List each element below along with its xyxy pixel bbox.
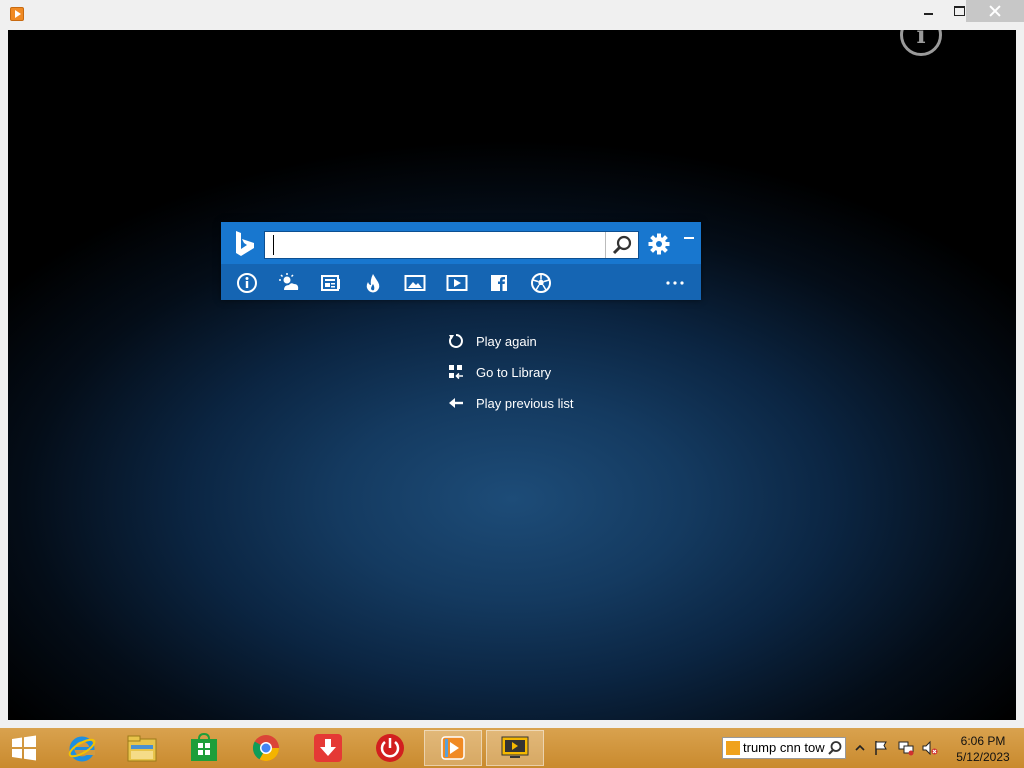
start-button[interactable] — [0, 730, 48, 766]
info-button[interactable]: i — [900, 30, 942, 56]
volume-muted-icon[interactable] — [922, 740, 938, 756]
internet-explorer-icon — [68, 736, 96, 762]
library-icon — [449, 365, 463, 380]
more-icon[interactable] — [664, 272, 686, 294]
weather-icon[interactable] — [278, 272, 300, 294]
play-previous-list-item[interactable]: Play previous list — [448, 392, 574, 414]
search-icon — [612, 235, 632, 255]
video-icon[interactable] — [446, 272, 468, 294]
bing-tv-icon — [501, 736, 529, 758]
bing-bar — [221, 222, 701, 300]
tray-search-box[interactable]: trump cnn tow — [722, 737, 846, 759]
bing-logo-icon[interactable] — [233, 230, 259, 258]
media-player-icon — [441, 736, 465, 760]
taskbar-bing-app[interactable] — [486, 730, 544, 766]
play-again-label: Play again — [476, 333, 537, 349]
play-again-item[interactable]: Play again — [448, 330, 537, 352]
network-icon[interactable] — [898, 740, 914, 756]
flame-icon[interactable] — [362, 272, 384, 294]
taskbar-download-manager[interactable] — [300, 730, 356, 766]
taskbar-media-player[interactable] — [424, 730, 482, 766]
clock[interactable]: 6:06 PM 5/12/2023 — [948, 733, 1018, 765]
clock-time: 6:06 PM — [960, 734, 1006, 748]
facebook-icon[interactable] — [488, 272, 510, 294]
taskbar-file-explorer[interactable] — [114, 730, 170, 766]
back-arrow-icon — [449, 398, 463, 408]
show-hidden-icons-icon[interactable] — [852, 740, 868, 756]
chrome-icon — [252, 735, 280, 762]
search-button[interactable] — [605, 232, 638, 258]
gear-icon[interactable] — [648, 233, 670, 255]
store-icon — [191, 733, 217, 761]
taskbar-chrome[interactable] — [238, 730, 294, 766]
folder-icon — [127, 735, 157, 762]
download-icon — [314, 734, 342, 762]
news-icon[interactable] — [320, 272, 342, 294]
bing-search-box — [264, 231, 639, 259]
close-button[interactable] — [966, 0, 1024, 22]
collapse-icon[interactable] — [684, 237, 694, 239]
taskbar-power-app[interactable] — [362, 730, 418, 766]
action-center-flag-icon[interactable] — [873, 740, 889, 756]
play-previous-list-label: Play previous list — [476, 395, 574, 411]
taskbar-store[interactable] — [176, 730, 232, 766]
bing-category-bar — [221, 264, 701, 300]
windows-logo-icon — [12, 735, 36, 761]
bing-search-input[interactable] — [273, 235, 604, 255]
taskbar: trump cnn tow 6:06 PM 5/12/2023 — [0, 728, 1024, 768]
media-player-icon[interactable] — [10, 7, 24, 21]
info-icon[interactable] — [236, 272, 258, 294]
soccer-ball-icon[interactable] — [530, 272, 552, 294]
clock-date: 5/12/2023 — [956, 750, 1010, 764]
replay-icon — [448, 334, 463, 348]
taskbar-internet-explorer[interactable] — [54, 730, 110, 766]
tray-search-text: trump cnn tow — [743, 740, 825, 755]
image-icon[interactable] — [404, 272, 426, 294]
minimize-button[interactable] — [914, 0, 944, 22]
tray-search-icon[interactable] — [827, 740, 843, 756]
bing-small-icon — [726, 741, 740, 755]
go-to-library-item[interactable]: Go to Library — [448, 361, 551, 383]
go-to-library-label: Go to Library — [476, 364, 552, 380]
player-area[interactable]: i Play again Go to Library Play previous… — [8, 30, 1016, 720]
bing-bar-top — [221, 222, 701, 264]
power-icon — [376, 734, 404, 762]
title-bar — [0, 0, 1024, 30]
